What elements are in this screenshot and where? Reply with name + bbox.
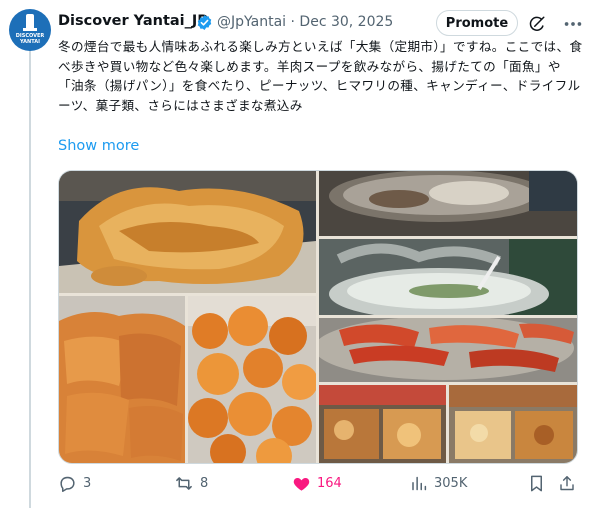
view-count: 305K xyxy=(434,476,468,491)
photo-crayfish[interactable] xyxy=(319,318,577,382)
like-icon xyxy=(293,477,310,491)
handle-and-date: @JpYantai · Dec 30, 2025 xyxy=(217,14,393,30)
like-button[interactable]: 164 xyxy=(292,474,342,493)
photo-nuts[interactable] xyxy=(449,385,577,463)
promote-button[interactable]: Promote xyxy=(436,10,518,36)
more-icon[interactable] xyxy=(562,15,584,33)
thread-line xyxy=(29,48,31,508)
share-icon xyxy=(560,476,574,491)
avatar[interactable]: DISCOVER YANTAI xyxy=(9,9,51,51)
photo-fish-cakes[interactable] xyxy=(59,296,185,463)
share-button[interactable] xyxy=(558,474,576,493)
display-name[interactable]: Discover Yantai_JP xyxy=(58,13,208,29)
media-grid[interactable] xyxy=(58,170,578,464)
show-more-link[interactable]: Show more xyxy=(58,138,139,154)
photo-market-snacks[interactable] xyxy=(319,385,446,463)
post-date[interactable]: Dec 30, 2025 xyxy=(299,14,393,30)
tweet-header: Discover Yantai_JP @JpYantai · Dec 30, 2… xyxy=(58,10,600,36)
photo-fried-balls[interactable] xyxy=(188,296,316,463)
reply-icon xyxy=(60,476,75,493)
avatar-text: DISCOVER YANTAI xyxy=(15,33,45,45)
photo-fried-dough[interactable] xyxy=(59,171,316,293)
photo-soup-pot[interactable] xyxy=(319,171,577,236)
like-count: 164 xyxy=(317,476,342,491)
photo-steaming-soup[interactable] xyxy=(319,239,577,315)
reply-count: 3 xyxy=(83,476,92,491)
repost-count: 8 xyxy=(200,476,209,491)
bookmark-icon xyxy=(530,475,543,492)
action-bar: 3 8 164 305K xyxy=(58,474,600,496)
bookmark-button[interactable] xyxy=(528,474,545,493)
grok-icon[interactable] xyxy=(528,15,546,33)
reply-button[interactable]: 3 xyxy=(58,474,91,493)
tweet-text: 冬の煙台で最も人情味あふれる楽しみ方といえば「大集（定期市）」ですね。ここでは、… xyxy=(58,39,583,113)
repost-button[interactable]: 8 xyxy=(174,474,208,493)
verified-badge-icon xyxy=(197,15,212,30)
separator-dot: · xyxy=(290,14,295,30)
views-button[interactable]: 305K xyxy=(410,474,467,493)
views-icon xyxy=(412,476,427,491)
repost-icon xyxy=(176,477,192,490)
lighthouse-icon xyxy=(23,14,37,31)
handle[interactable]: @JpYantai xyxy=(217,14,286,30)
